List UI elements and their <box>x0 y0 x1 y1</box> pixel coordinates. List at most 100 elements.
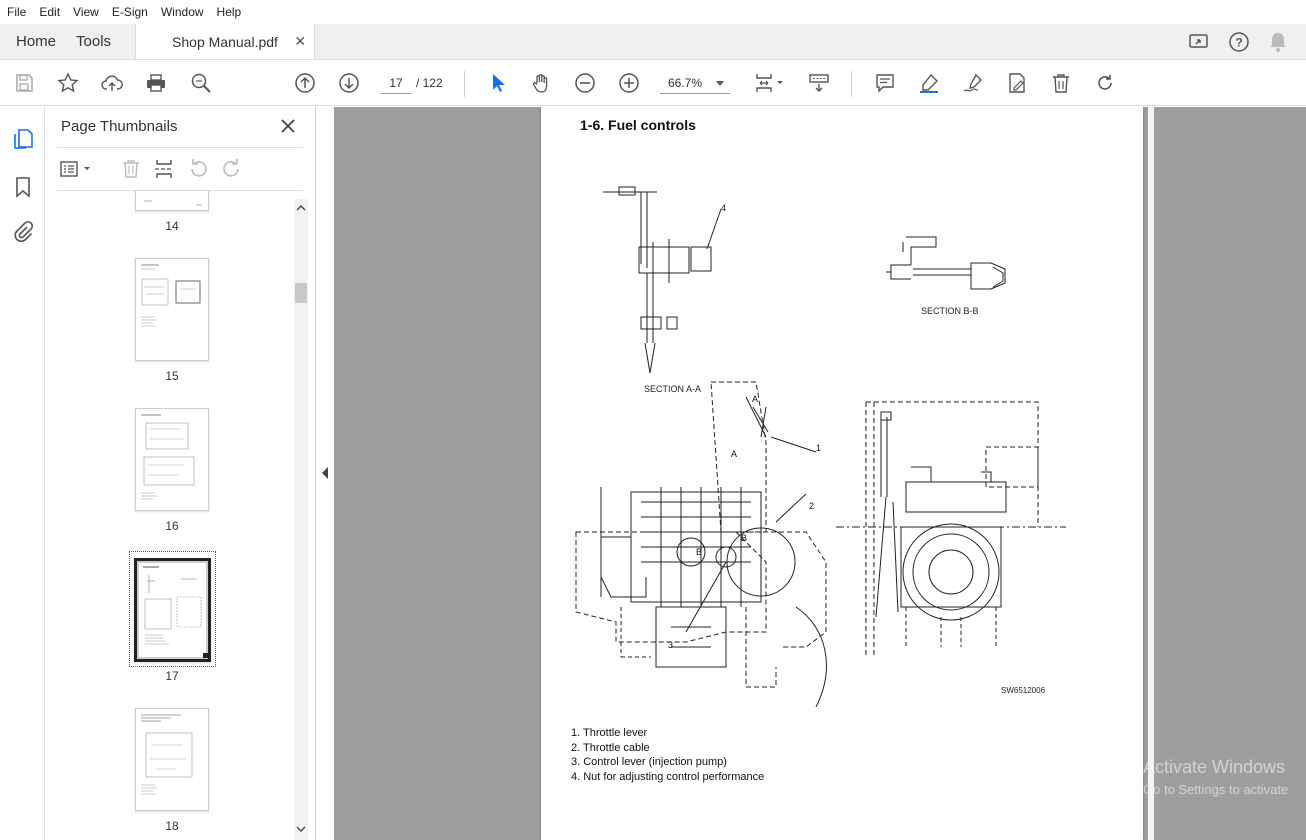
rotate-counterclockwise-icon[interactable] <box>186 157 210 181</box>
chevron-down-icon[interactable] <box>296 826 306 834</box>
tab-document[interactable]: Shop Manual.pdf ✕ <box>135 24 316 59</box>
highlight-button[interactable] <box>916 70 942 96</box>
callout-number: 2 <box>809 501 814 511</box>
pdf-page: 1-6. Fuel controls 4 1 2 3 A A B B SECTI… <box>541 107 1143 840</box>
callout-number: 4 <box>721 203 726 213</box>
page-preview <box>141 414 195 500</box>
thumbnail-page-18[interactable] <box>135 708 209 811</box>
share-screen-icon[interactable] <box>1188 32 1210 52</box>
close-panel-icon[interactable] <box>279 117 297 135</box>
section-bb-caption: SECTION B-B <box>921 306 979 316</box>
legend-item: 3. Control lever (injection pump) <box>571 756 727 769</box>
previous-page-button[interactable] <box>292 70 318 96</box>
scrollbar-thumb[interactable] <box>295 283 307 303</box>
scroll-mode-icon <box>809 74 829 92</box>
close-tab-icon[interactable]: ✕ <box>294 33 306 50</box>
zoom-out-button[interactable] <box>572 70 598 96</box>
bookmark-icon[interactable] <box>11 175 35 199</box>
paperclip-icon[interactable] <box>11 220 35 244</box>
section-marker: A <box>752 394 758 404</box>
page-thumbnails-icon[interactable] <box>11 127 35 151</box>
comment-button[interactable] <box>872 70 898 96</box>
fill-sign-button[interactable] <box>1004 70 1030 96</box>
thumbnail-label: 18 <box>165 819 179 833</box>
menu-view[interactable]: View <box>66 5 105 19</box>
printer-icon <box>147 74 165 92</box>
figure-id: SW6512006 <box>1001 686 1046 695</box>
page-preview <box>141 264 201 327</box>
tab-home[interactable]: Home <box>0 24 72 59</box>
rotate-clockwise-icon <box>1098 75 1112 90</box>
edit-document-icon <box>1009 73 1025 93</box>
legend-item: 2. Throttle cable <box>571 741 650 754</box>
legend-item: 4. Nut for adjusting control performance <box>571 770 765 783</box>
rotate-clockwise-icon[interactable] <box>220 157 244 181</box>
thumbnail-page-14[interactable] <box>135 191 209 211</box>
zoom-in-button[interactable] <box>616 70 642 96</box>
parts-legend: 1. Throttle lever 2. Throttle cable 3. C… <box>571 726 764 784</box>
cursor-arrow-icon <box>493 74 505 92</box>
minus-circle-icon <box>575 73 595 93</box>
star-icon <box>57 72 79 93</box>
sign-button[interactable] <box>960 70 986 96</box>
menu-help[interactable]: Help <box>210 5 248 19</box>
fit-page-icon <box>756 74 783 92</box>
page-number-input[interactable]: 17 <box>381 72 411 94</box>
page-fit-button[interactable] <box>752 70 788 96</box>
select-tool-button[interactable] <box>485 70 511 96</box>
save-button[interactable] <box>11 70 37 96</box>
zoom-level-select[interactable]: 66.7% <box>660 72 730 94</box>
main-toolbar: 17 / 122 66.7% <box>0 61 1306 106</box>
delete-button[interactable] <box>1048 70 1074 96</box>
search-zoom-icon <box>191 73 211 93</box>
thumbnails-scrollbar[interactable] <box>294 199 308 840</box>
activation-watermark-subtitle: Go to Settings to activate <box>1143 782 1289 797</box>
panel-collapse-handle[interactable] <box>316 107 334 840</box>
print-button[interactable] <box>143 70 169 96</box>
tab-tools[interactable]: Tools <box>72 24 127 59</box>
document-viewport[interactable]: 1-6. Fuel controls 4 1 2 3 A A B B SECTI… <box>334 107 1306 840</box>
toolbar-divider <box>851 71 852 97</box>
callout-number: 3 <box>668 640 673 650</box>
scroll-mode-button[interactable] <box>806 70 832 96</box>
page-total: / 122 <box>416 76 443 90</box>
thumbnail-page-15[interactable] <box>135 258 209 361</box>
tabbar-right-tools: ? <box>1188 24 1306 59</box>
highlighter-pen-icon <box>920 73 938 93</box>
redo-button[interactable] <box>1092 70 1118 96</box>
menu-esign[interactable]: E-Sign <box>105 5 154 19</box>
delete-pages-icon[interactable] <box>119 157 143 181</box>
arrow-up-circle-icon <box>295 73 315 93</box>
menu-window[interactable]: Window <box>154 5 210 19</box>
thumbnail-label: 15 <box>165 369 179 383</box>
chevron-up-icon[interactable] <box>296 203 306 211</box>
insert-page-icon[interactable] <box>153 157 177 181</box>
hand-tool-button[interactable] <box>528 70 554 96</box>
panel-divider <box>57 147 303 148</box>
upload-cloud-button[interactable] <box>99 70 125 96</box>
thumbnail-page-17[interactable] <box>134 558 211 662</box>
tab-bar: Home Tools Shop Manual.pdf ✕ ? <box>0 24 1306 60</box>
menu-edit[interactable]: Edit <box>32 5 66 19</box>
section-marker: A <box>731 449 737 459</box>
thumbnail-options-menu-icon[interactable] <box>59 157 95 181</box>
next-page-button[interactable] <box>336 70 362 96</box>
cloud-upload-icon <box>101 75 123 91</box>
thumbnail-page-16[interactable] <box>135 408 209 511</box>
bookmark-star-button[interactable] <box>55 70 81 96</box>
toolbar-divider <box>464 71 465 97</box>
plus-circle-icon <box>619 73 639 93</box>
chevron-left-icon[interactable] <box>321 467 329 479</box>
save-icon <box>16 74 33 92</box>
menu-file[interactable]: File <box>0 5 32 19</box>
page-preview <box>139 563 208 658</box>
comment-icon <box>876 74 894 93</box>
panel-title: Page Thumbnails <box>61 118 178 135</box>
help-icon[interactable]: ? <box>1228 31 1250 53</box>
section-marker: B <box>741 533 747 543</box>
notification-bell-icon[interactable] <box>1268 31 1288 53</box>
thumbnail-label: 17 <box>165 669 179 683</box>
chevron-down-icon <box>716 81 724 86</box>
trash-icon <box>1053 74 1069 93</box>
find-button[interactable] <box>188 70 214 96</box>
